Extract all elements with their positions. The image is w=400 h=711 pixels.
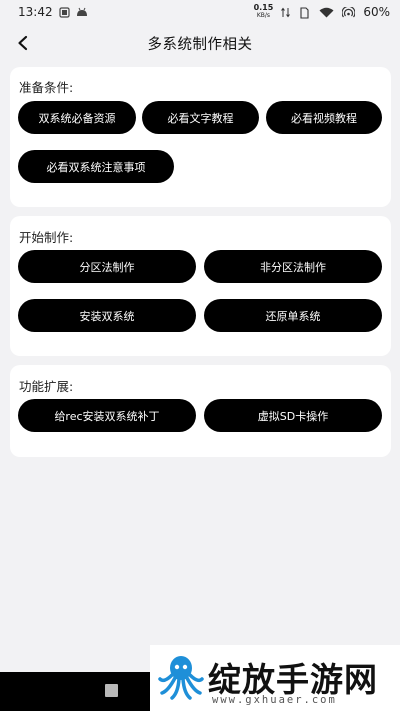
sim-card-icon — [300, 6, 311, 19]
make-section-title: 开始制作: — [19, 230, 74, 245]
dual-system-notes-button[interactable]: 必看双系统注意事项 — [18, 150, 174, 183]
prepare-section-card: 准备条件: 双系统必备资源 必看文字教程 必看视频教程 必看双系统注意事项 — [10, 67, 391, 207]
watermark-url: www.gxhuaer.com — [212, 694, 337, 706]
status-bar: 13:42 0.15 KB/s 60% — [0, 0, 400, 24]
restore-single-system-button[interactable]: 还原单系统 — [204, 299, 382, 332]
prepare-section-title: 准备条件: — [19, 80, 74, 95]
page-title: 多系统制作相关 — [147, 36, 253, 53]
status-left: 13:42 — [18, 5, 87, 19]
data-arrows-icon — [281, 7, 292, 18]
network-speed-unit: KB/s — [256, 12, 271, 19]
video-tutorial-button[interactable]: 必看视频教程 — [266, 101, 382, 134]
network-speed: 0.15 KB/s — [254, 4, 274, 20]
back-arrow-icon — [18, 35, 28, 51]
recent-apps-button[interactable] — [105, 684, 118, 697]
install-dual-system-button[interactable]: 安装双系统 — [18, 299, 196, 332]
partition-method-button[interactable]: 分区法制作 — [18, 250, 196, 283]
title-bar: 多系统制作相关 — [0, 24, 400, 62]
status-right: 0.15 KB/s 60% — [254, 4, 390, 20]
non-partition-method-button[interactable]: 非分区法制作 — [204, 250, 382, 283]
network-speed-value: 0.15 — [253, 3, 274, 12]
rec-dual-system-patch-button[interactable]: 给rec安装双系统补丁 — [18, 399, 196, 432]
watermark: 绽放手游网 www.gxhuaer.com — [150, 645, 400, 711]
virtual-sd-card-button[interactable]: 虚拟SD卡操作 — [204, 399, 382, 432]
android-icon — [76, 7, 87, 18]
make-section-card: 开始制作: 分区法制作 非分区法制作 安装双系统 还原单系统 — [10, 216, 391, 356]
extend-section-card: 功能扩展: 给rec安装双系统补丁 虚拟SD卡操作 — [10, 365, 391, 457]
octopus-logo-icon — [158, 656, 204, 700]
dual-system-resources-button[interactable]: 双系统必备资源 — [18, 101, 136, 134]
text-tutorial-button[interactable]: 必看文字教程 — [142, 101, 259, 134]
battery-percent: 60% — [363, 5, 390, 19]
wifi-icon — [319, 7, 334, 18]
status-time: 13:42 — [18, 5, 53, 19]
extend-section-title: 功能扩展: — [19, 379, 74, 394]
screenshot-notification-icon — [58, 6, 70, 18]
back-button[interactable] — [10, 30, 36, 56]
hotspot-icon — [341, 5, 356, 18]
